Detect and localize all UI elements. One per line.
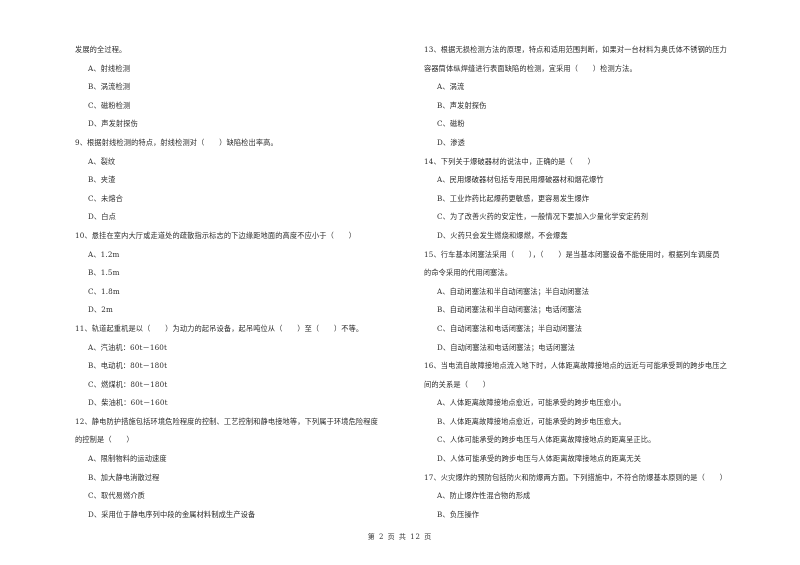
question-continuation: 的命令采用的代用闭塞法。 xyxy=(424,268,513,278)
question-text: 11、轨道起重机是以（ ）为动力的起吊设备，起吊吨位从（ ）至（ ）不等。 xyxy=(75,323,364,333)
question-text: 9、根据射线检测的特点，射线检测对（ ）缺陷检出率高。 xyxy=(75,137,278,147)
question-text: 13、根据无损检测方法的原理，特点和适用范围判断，如果对一台材料为奥氏体不锈钢的… xyxy=(424,45,727,54)
answer-option: B、负压操作 xyxy=(437,509,480,519)
answer-option: A、涡流 xyxy=(437,82,465,92)
answer-option: C、磁粉检测 xyxy=(88,100,131,110)
answer-option: B、夹渣 xyxy=(88,175,116,185)
answer-option: B、1.5m xyxy=(88,268,120,278)
question-text: 17、火灾爆炸的预防包括防火和防爆两方面。下列措施中，不符合防爆基本原则的是（ … xyxy=(424,472,727,482)
answer-option: A、裂纹 xyxy=(88,156,116,166)
answer-option: A、防止爆炸性混合物的形成 xyxy=(437,491,531,501)
question-text: 12、静电防护措施包括环境危险程度的控制、工艺控制和静电接地等，下列属于环境危险… xyxy=(75,416,378,426)
answer-option: A、射线检测 xyxy=(88,63,131,73)
answer-option: A、民用爆破器材包括专用民用爆破器材和烟花爆竹 xyxy=(437,175,604,185)
question-continuation: 间的关系是（ ） xyxy=(424,379,491,389)
answer-option: D、白点 xyxy=(88,212,116,222)
answer-option: D、声发射探伤 xyxy=(88,119,138,129)
question-continuation: 的控制是（ ） xyxy=(75,435,134,445)
answer-option: D、渗透 xyxy=(437,137,465,147)
answer-option: B、加大静电消散过程 xyxy=(88,472,160,482)
answer-option: B、人体距离故障接地点愈近，可能承受的跨步电压愈大。 xyxy=(437,416,626,426)
answer-option: D、人体可能承受的跨步电压与人体距离故障接地点的距离无关 xyxy=(437,454,642,464)
answer-option: A、1.2m xyxy=(88,249,120,259)
answer-option: D、2m xyxy=(88,305,113,315)
question-continuation: 发展的全过程。 xyxy=(75,45,127,54)
answer-option: C、1.8m xyxy=(88,286,120,296)
answer-option: C、未熔合 xyxy=(88,193,123,203)
question-continuation: 容器筒体纵焊缝进行表面缺陷的检测，宜采用（ ）检测方法。 xyxy=(424,63,637,73)
answer-option: D、柴油机：60t－160t xyxy=(88,398,168,408)
answer-option: D、火药只会发生燃烧和爆燃，不会爆轰 xyxy=(437,230,568,240)
answer-option: D、自动闭塞法和电话闭塞法；电话闭塞法 xyxy=(437,342,575,352)
answer-option: A、汽油机：60t－160t xyxy=(88,342,168,352)
page-footer: 第 2 页 共 12 页 xyxy=(367,533,433,541)
answer-option: C、取代易燃介质 xyxy=(88,491,146,501)
answer-option: C、燃煤机：80t－180t xyxy=(88,379,168,389)
answer-option: A、人体距离故障接地点愈近，可能承受的跨步电压愈小。 xyxy=(437,398,626,408)
question-text: 16、当电流自故障接地点流入地下时，人体距离故障接地点的远近与可能承受到的跨步电… xyxy=(424,361,727,371)
answer-option: D、采用位于静电序列中段的金属材料制成生产设备 xyxy=(88,509,256,519)
answer-option: B、声发射探伤 xyxy=(437,100,487,110)
answer-option: A、限制物料的运动速度 xyxy=(88,454,167,464)
answer-option: B、工业炸药比起爆药更敏感，更容易发生爆炸 xyxy=(437,193,590,203)
answer-option: B、自动闭塞法和半自动闭塞法；电话闭塞法 xyxy=(437,305,582,315)
right-column: 13、根据无损检测方法的原理，特点和适用范围判断，如果对一台材料为奥氏体不锈钢的… xyxy=(424,41,764,524)
answer-option: B、涡流检测 xyxy=(88,82,131,92)
answer-option: C、人体可能承受的跨步电压与人体距离故障接地点的距离呈正比。 xyxy=(437,435,656,445)
answer-option: B、电动机：80t－180t xyxy=(88,361,168,371)
answer-option: C、为了改善火药的安定性，一般情况下要加入少量化学安定药剂 xyxy=(437,212,649,222)
answer-option: C、自动闭塞法和电话闭塞法；半自动闭塞法 xyxy=(437,323,583,333)
question-text: 10、悬挂在室内大厅或走道处的疏散指示标志的下边缘距地面的高度不应小于（ ） xyxy=(75,230,356,240)
answer-option: C、磁粉 xyxy=(437,119,465,129)
left-column: 发展的全过程。 A、射线检测 B、涡流检测 C、磁粉检测 D、声发射探伤 9、根据射线检测… xyxy=(75,41,405,524)
question-text: 14、下列关于爆破器材的说法中，正确的是（ ） xyxy=(424,156,595,166)
question-text: 15、行车基本闭塞法采用（ ），（ ）是当基本闭塞设备不能使用时，根据列车调度员 xyxy=(424,249,720,259)
answer-option: A、自动闭塞法和半自动闭塞法；半自动闭塞法 xyxy=(437,286,590,296)
